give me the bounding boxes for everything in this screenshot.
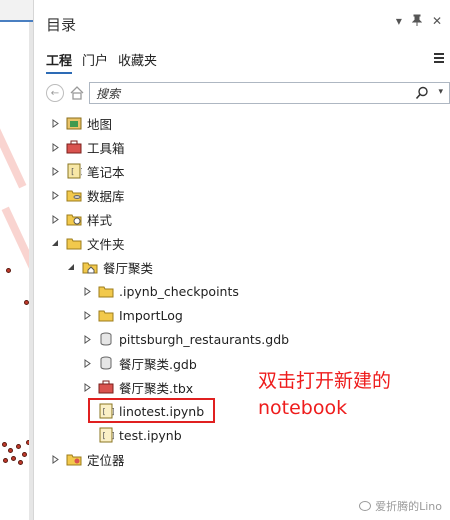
map-point: [11, 456, 16, 461]
tree-item-label: 定位器: [87, 452, 125, 468]
tree-item-test-notebook[interactable]: [ ] test.ipynb: [98, 424, 182, 446]
expand-arrow-icon[interactable]: [50, 454, 60, 464]
geodatabase-icon: [98, 355, 114, 371]
tree-item-importlog[interactable]: ImportLog: [82, 304, 183, 326]
expand-arrow-icon[interactable]: [50, 118, 60, 128]
annotation-text: 双击打开新建的 notebook: [258, 368, 391, 422]
map-point: [2, 442, 7, 447]
home-folder-icon: [82, 259, 98, 275]
dropdown-icon[interactable]: ▾: [396, 14, 402, 29]
expand-arrow-icon[interactable]: [82, 358, 92, 368]
expand-arrow-icon[interactable]: [50, 214, 60, 224]
search-icon[interactable]: [415, 86, 429, 100]
toolbox-icon: [98, 379, 114, 395]
tree-item-label: 笔记本: [87, 164, 125, 180]
tree-item-locators[interactable]: 定位器: [50, 448, 125, 470]
tree-item-project-folder[interactable]: 餐厅聚类: [66, 256, 153, 278]
home-button[interactable]: [67, 83, 87, 103]
tree-item-project-gdb[interactable]: 餐厅聚类.gdb: [82, 352, 197, 374]
geodatabase-icon: [98, 331, 114, 347]
pane-title: 目录: [46, 16, 77, 34]
tree-item-label: 餐厅聚类.tbx: [119, 380, 194, 396]
watermark: 爱折腾的Lino: [359, 498, 442, 514]
pin-icon[interactable]: [411, 14, 423, 29]
map-view-strip[interactable]: [0, 0, 34, 520]
pane-controls: ▾ ✕: [396, 14, 442, 29]
tab-favorites[interactable]: 收藏夹: [118, 50, 157, 74]
tab-project[interactable]: 工程: [46, 50, 73, 74]
toolbox-icon: [66, 139, 82, 155]
search-placeholder: 搜索: [96, 86, 121, 101]
back-arrow-icon: ←: [50, 87, 60, 99]
tree-item-databases[interactable]: 数据库: [50, 184, 125, 206]
home-icon: [70, 86, 84, 100]
map-tab-bar: [0, 0, 33, 22]
database-folder-icon: [66, 187, 82, 203]
annotation-line-1: 双击打开新建的: [258, 370, 392, 392]
map-point: [18, 460, 23, 465]
folder-icon: [66, 235, 82, 251]
map-point: [8, 448, 13, 453]
catalog-tabs: 工程 门户 收藏夹: [46, 50, 157, 74]
expand-arrow-icon[interactable]: [82, 334, 92, 344]
catalog-pane: 目录 ▾ ✕ 工程 门户 收藏夹 ← 搜索 ▾ 地图 工具箱 [笔记本 数据库…: [34, 0, 450, 520]
map-scrollbar[interactable]: [29, 22, 33, 520]
tree-item-maps[interactable]: 地图: [50, 112, 112, 134]
style-icon: [66, 211, 82, 227]
tree-item-toolboxes[interactable]: 工具箱: [50, 136, 125, 158]
map-icon: [66, 115, 82, 131]
tree-item-label: 样式: [87, 212, 113, 228]
tree-item-label: pittsburgh_restaurants.gdb: [119, 331, 290, 347]
notebook-file-icon: [ ]: [98, 427, 114, 443]
search-input[interactable]: 搜索 ▾: [89, 82, 450, 104]
tree-item-label: 数据库: [87, 188, 125, 204]
locator-icon: [66, 451, 82, 467]
search-bar: ← 搜索 ▾: [46, 82, 450, 104]
tree-item-label: 餐厅聚类: [103, 260, 154, 276]
expand-arrow-icon[interactable]: [82, 310, 92, 320]
tree-item-label: 地图: [87, 116, 113, 132]
tree-item-ipynb-checkpoints[interactable]: .ipynb_checkpoints: [82, 280, 239, 302]
wechat-icon: [359, 501, 372, 511]
expand-arrow-icon[interactable]: [50, 190, 60, 200]
watermark-text: 爱折腾的Lino: [375, 500, 442, 513]
map-feature-band: [0, 121, 27, 189]
svg-text:[ ]: [ ]: [70, 167, 82, 176]
tree-item-label: 工具箱: [87, 140, 125, 156]
expand-arrow-icon[interactable]: [82, 382, 92, 392]
collapse-arrow-icon[interactable]: [50, 238, 60, 248]
annotation-line-2: notebook: [258, 397, 348, 419]
search-options-chevron-icon[interactable]: ▾: [438, 87, 443, 97]
back-button[interactable]: ←: [46, 84, 64, 102]
tree-item-folders[interactable]: 文件夹: [50, 232, 125, 254]
expand-arrow-icon[interactable]: [50, 166, 60, 176]
map-point: [3, 458, 8, 463]
close-icon[interactable]: ✕: [432, 14, 442, 29]
tree-item-label: 餐厅聚类.gdb: [119, 356, 197, 372]
menu-icon[interactable]: [434, 53, 444, 65]
notebook-icon: [ ]: [66, 163, 82, 179]
map-point: [22, 452, 27, 457]
tree-item-label: test.ipynb: [119, 427, 182, 443]
tree-item-notebooks[interactable]: [ ] 笔记本: [50, 160, 125, 182]
collapse-arrow-icon[interactable]: [66, 262, 76, 272]
map-point: [16, 444, 21, 449]
folder-icon: [98, 307, 114, 323]
folder-icon: [98, 283, 114, 299]
tree-item-label: 文件夹: [87, 236, 125, 252]
map-point: [6, 268, 11, 273]
svg-text:[ ]: [ ]: [102, 431, 115, 440]
tree-item-pittsburgh-gdb[interactable]: pittsburgh_restaurants.gdb: [82, 328, 289, 350]
tree-item-project-tbx[interactable]: 餐厅聚类.tbx: [82, 376, 193, 398]
tree-item-label: .ipynb_checkpoints: [119, 283, 239, 299]
tree-item-styles[interactable]: 样式: [50, 208, 112, 230]
expand-arrow-icon[interactable]: [50, 142, 60, 152]
expand-arrow-icon[interactable]: [82, 286, 92, 296]
tab-portal[interactable]: 门户: [82, 50, 108, 74]
highlight-annotation-box: [88, 398, 215, 423]
tree-item-label: ImportLog: [119, 307, 183, 323]
